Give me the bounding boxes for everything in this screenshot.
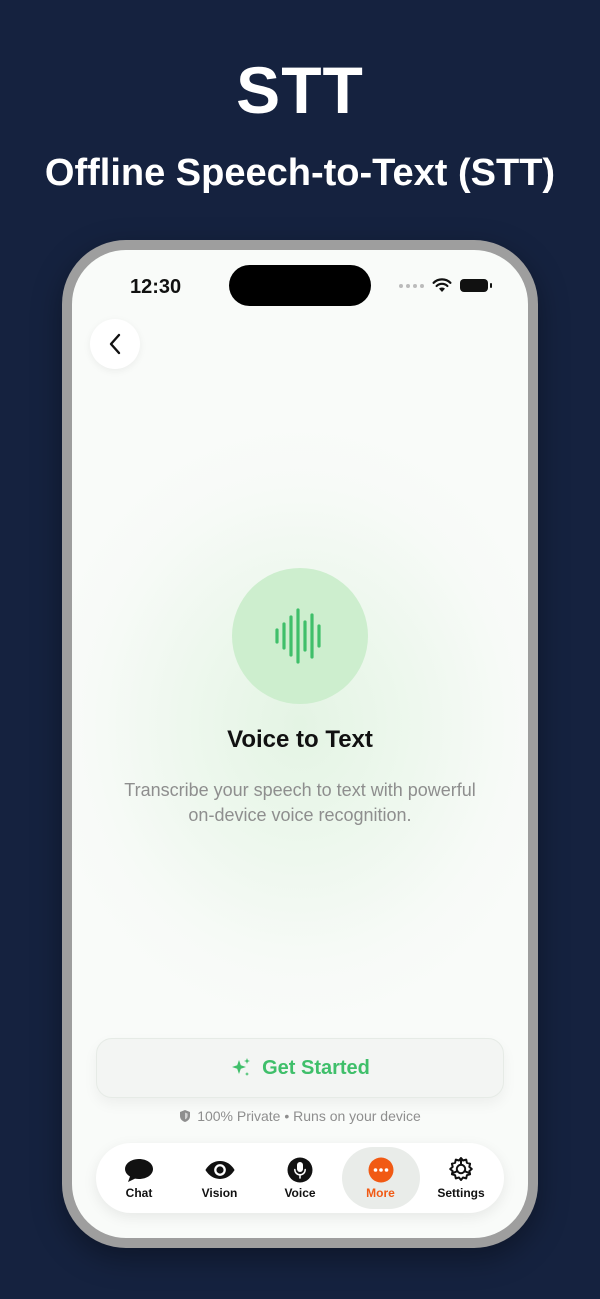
status-time: 12:30 bbox=[130, 276, 182, 298]
shield-icon bbox=[180, 1110, 191, 1122]
tab-voice[interactable]: Voice bbox=[261, 1147, 339, 1209]
tab-more-label: More bbox=[366, 1185, 395, 1200]
tab-chat[interactable]: Chat bbox=[100, 1147, 178, 1209]
status-icons bbox=[399, 278, 492, 293]
microphone-icon bbox=[287, 1157, 313, 1182]
chat-bubble-icon bbox=[125, 1158, 153, 1182]
signal-icon bbox=[399, 283, 424, 288]
chevron-left-icon bbox=[109, 333, 121, 355]
get-started-button[interactable]: Get Started bbox=[96, 1038, 504, 1098]
waveform-icon bbox=[275, 608, 321, 664]
tab-vision-label: Vision bbox=[201, 1185, 238, 1200]
tab-voice-label: Voice bbox=[284, 1185, 316, 1200]
phone-screen: 12:30 Voice to Text Transcribe your spee… bbox=[72, 250, 528, 1238]
hero-icon-circle bbox=[232, 568, 368, 704]
more-icon bbox=[368, 1157, 393, 1182]
tab-bar: Chat Vision Voice More Settings bbox=[96, 1143, 504, 1213]
promo-title: STT bbox=[236, 53, 364, 127]
tab-chat-label: Chat bbox=[125, 1185, 153, 1200]
privacy-note: 100% Private • Runs on your device bbox=[72, 1108, 528, 1124]
dynamic-island bbox=[229, 265, 371, 306]
back-button[interactable] bbox=[90, 319, 140, 369]
tab-settings-label: Settings bbox=[437, 1185, 485, 1200]
sparkle-icon bbox=[232, 1058, 251, 1076]
tab-more[interactable]: More bbox=[341, 1147, 420, 1209]
eye-icon bbox=[204, 1160, 235, 1179]
privacy-text: 100% Private • Runs on your device bbox=[197, 1108, 421, 1124]
battery-icon bbox=[460, 279, 492, 292]
gear-icon bbox=[449, 1156, 473, 1181]
hero-title: Voice to Text bbox=[227, 726, 373, 753]
wifi-icon bbox=[432, 278, 452, 292]
hero-description: Transcribe your speech to text with powe… bbox=[124, 780, 476, 825]
promo-subtitle: Offline Speech-to-Text (STT) bbox=[44, 152, 556, 194]
tab-settings[interactable]: Settings bbox=[422, 1147, 500, 1209]
tab-vision[interactable]: Vision bbox=[181, 1147, 259, 1209]
get-started-label: Get Started bbox=[262, 1056, 370, 1079]
